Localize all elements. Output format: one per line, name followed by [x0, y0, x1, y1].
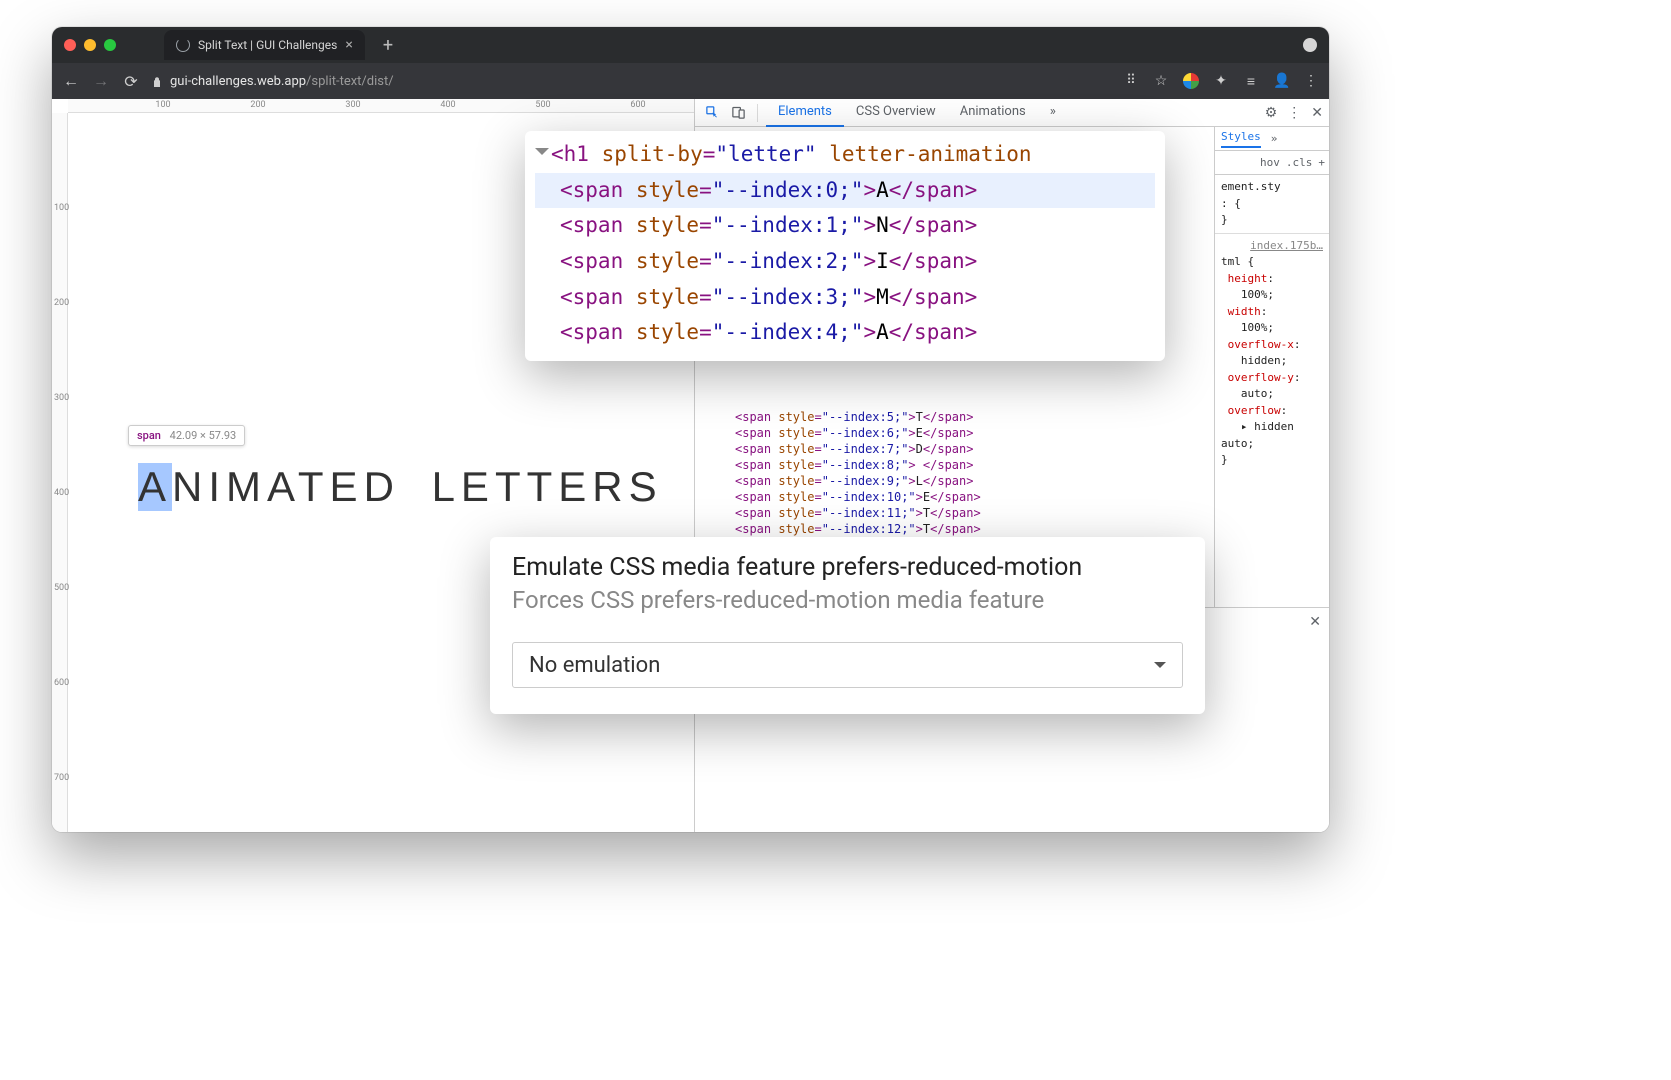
close-drawer-icon[interactable]: ✕ — [1309, 614, 1321, 630]
translate-icon[interactable]: ⠿ — [1123, 73, 1139, 89]
dom-span-line[interactable]: <span style="--index:3;">M</span> — [535, 280, 1155, 316]
ruler-h-label: 500 — [535, 100, 550, 110]
new-tab-button[interactable]: + — [383, 35, 393, 56]
tab-animations[interactable]: Animations — [948, 98, 1038, 127]
maximize-window-icon[interactable] — [104, 39, 116, 51]
browser-tab[interactable]: Split Text | GUI Challenges × — [164, 30, 365, 60]
kebab-icon[interactable]: ⋮ — [1287, 105, 1301, 121]
ruler-v-label: 400 — [54, 488, 69, 498]
ruler-vertical: 100200300400500600700800 — [52, 113, 68, 832]
styles-overflow[interactable]: » — [1271, 132, 1278, 145]
styles-filter-row: hov .cls + — [1215, 151, 1329, 175]
tab-title: Split Text | GUI Challenges — [198, 38, 337, 52]
element-style-label: ement.sty — [1221, 179, 1323, 196]
url-path: /split-text/dist/ — [306, 74, 394, 89]
ruler-v-label: 700 — [54, 773, 69, 783]
reload-button[interactable]: ⟳ — [122, 72, 140, 91]
close-devtools-icon[interactable]: ✕ — [1311, 105, 1323, 121]
reading-list-icon[interactable]: ≡ — [1243, 73, 1259, 89]
ruler-h-label: 400 — [440, 100, 455, 110]
chevron-down-icon — [1154, 662, 1166, 674]
dom-span-line[interactable]: <span style="--index:1;">N</span> — [535, 208, 1155, 244]
heading-rest: NIMATED — [172, 463, 400, 510]
window-controls — [64, 39, 116, 51]
lock-icon — [152, 75, 162, 87]
expand-arrow-icon[interactable] — [535, 148, 549, 162]
css-declaration[interactable]: height: 100%; — [1221, 271, 1323, 304]
hov-toggle[interactable]: hov — [1260, 156, 1280, 169]
tooltip-tag: span — [137, 429, 161, 442]
element-style-brace: : { — [1221, 196, 1323, 213]
devtools-tabs: Elements CSS Overview Animations » — [766, 98, 1068, 127]
ruler-v-label: 500 — [54, 583, 69, 593]
ruler-h-label: 600 — [630, 100, 645, 110]
dom-span-line[interactable]: <span style="--index:2;">I</span> — [535, 244, 1155, 280]
back-button[interactable]: ← — [62, 71, 80, 91]
css-declaration[interactable]: overflow-y: auto; — [1221, 370, 1323, 403]
dom-span-line[interactable]: <span style="--index:0;">A</span> — [535, 173, 1155, 209]
ruler-v-label: 200 — [54, 298, 69, 308]
titlebar: Split Text | GUI Challenges × + — [52, 27, 1329, 63]
dom-line[interactable]: <span style="--index:12;">T</span> — [705, 521, 1214, 537]
menu-icon[interactable]: ⋮ — [1303, 73, 1319, 89]
tabs-overflow[interactable]: » — [1038, 98, 1068, 127]
styles-tabs: Styles » — [1215, 127, 1329, 151]
device-toolbar-icon[interactable] — [727, 102, 749, 124]
tab-css-overview[interactable]: CSS Overview — [844, 98, 948, 127]
dom-h1-line[interactable]: <h1 split-by="letter" letter-animation — [535, 137, 1155, 173]
dom-line[interactable]: <span style="--index:10;">E</span> — [705, 489, 1214, 505]
url-bar[interactable]: gui-challenges.web.app/split-text/dist/ — [152, 74, 1111, 89]
close-tab-icon[interactable]: × — [345, 37, 352, 53]
dom-line[interactable]: <span style="--index:9;">L</span> — [705, 473, 1214, 489]
heading-first-letter: A — [138, 463, 172, 511]
css-declaration[interactable]: width: 100%; — [1221, 304, 1323, 337]
favicon-icon — [176, 38, 190, 52]
toolbar-icons: ⠿ ☆ ✦ ≡ 👤 ⋮ — [1123, 73, 1319, 89]
ruler-v-label: 300 — [54, 393, 69, 403]
dom-line[interactable]: <span style="--index:7;">D</span> — [705, 441, 1214, 457]
dom-line[interactable]: <span style="--index:5;">T</span> — [705, 409, 1214, 425]
render-pop-title: Emulate CSS media feature prefers-reduce… — [512, 553, 1183, 582]
styles-body[interactable]: ement.sty : { } index.175b… tml { height… — [1215, 175, 1329, 473]
html-selector: tml { — [1221, 254, 1323, 271]
dom-line[interactable]: <span style="--index:11;">T</span> — [705, 505, 1214, 521]
element-tooltip: span 42.09 × 57.93 — [128, 425, 245, 446]
avatar-icon[interactable]: 👤 — [1273, 73, 1289, 89]
ruler-h-label: 300 — [345, 100, 360, 110]
ruler-v-label: 600 — [54, 678, 69, 688]
address-bar: ← → ⟳ gui-challenges.web.app/split-text/… — [52, 63, 1329, 99]
ruler-h-label: 100 — [155, 100, 170, 110]
close-window-icon[interactable] — [64, 39, 76, 51]
stylesheet-link[interactable]: index.175b… — [1221, 238, 1323, 255]
css-declaration[interactable]: overflow: ▸ hidden auto; — [1221, 403, 1323, 453]
add-rule-button[interactable]: + — [1318, 156, 1325, 169]
inspect-element-icon[interactable] — [701, 102, 723, 124]
forward-button[interactable]: → — [92, 71, 110, 91]
profile-icon[interactable] — [1303, 38, 1317, 52]
dom-line[interactable]: <span style="--index:6;">E</span> — [705, 425, 1214, 441]
dom-span-line[interactable]: <span style="--index:4;">A</span> — [535, 315, 1155, 351]
extensions-puzzle-icon[interactable]: ✦ — [1213, 73, 1229, 89]
extension-icon[interactable] — [1183, 73, 1199, 89]
settings-icon[interactable]: ⚙ — [1265, 105, 1278, 121]
heading-word2: LETTERS — [432, 463, 663, 510]
devtools-toolbar: Elements CSS Overview Animations » ⚙ ⋮ ✕ — [695, 99, 1329, 127]
tab-elements[interactable]: Elements — [766, 98, 844, 127]
bookmark-icon[interactable]: ☆ — [1153, 73, 1169, 89]
ruler-h-label: 200 — [250, 100, 265, 110]
cls-toggle[interactable]: .cls — [1286, 156, 1313, 169]
render-pop-select[interactable]: No emulation — [512, 642, 1183, 688]
tab-styles[interactable]: Styles — [1221, 130, 1261, 148]
url-domain: gui-challenges.web.app — [170, 74, 306, 89]
css-declaration[interactable]: overflow-x: hidden; — [1221, 337, 1323, 370]
ruler-v-label: 100 — [54, 203, 69, 213]
dom-line[interactable]: <span style="--index:8;"> </span> — [705, 457, 1214, 473]
render-pop-select-value: No emulation — [529, 653, 660, 678]
dom-zoom-popout: <h1 split-by="letter" letter-animation <… — [525, 131, 1165, 361]
page-heading: ANIMATED LETTERS — [138, 463, 663, 511]
render-pop-subtitle: Forces CSS prefers-reduced-motion media … — [512, 586, 1183, 614]
minimize-window-icon[interactable] — [84, 39, 96, 51]
rendering-zoom-popout: Emulate CSS media feature prefers-reduce… — [490, 537, 1205, 714]
tooltip-dimensions: 42.09 × 57.93 — [170, 429, 237, 442]
